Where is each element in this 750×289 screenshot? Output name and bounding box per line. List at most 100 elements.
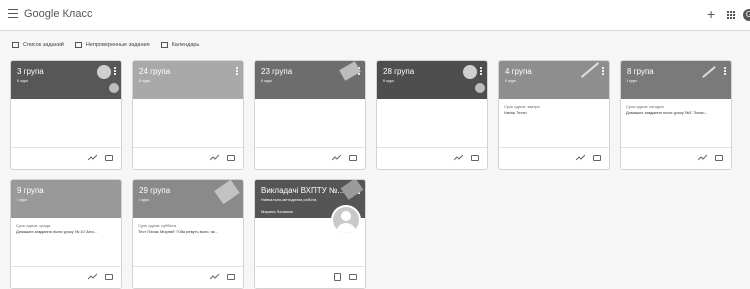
- trending-icon[interactable]: [698, 154, 707, 161]
- unchecked-link[interactable]: Непроверенные задания: [74, 42, 150, 48]
- card-footer: [255, 147, 365, 169]
- account-avatar[interactable]: G: [743, 9, 750, 21]
- apps-grid-icon[interactable]: [727, 11, 735, 19]
- class-section: II курс: [505, 78, 517, 83]
- class-section: I курс: [17, 197, 28, 202]
- folder-icon[interactable]: [105, 155, 113, 161]
- trending-icon[interactable]: [332, 154, 341, 161]
- class-card[interactable]: Викладачі ВХПТУ №... Навчально-методична…: [254, 179, 366, 289]
- add-class-icon[interactable]: +: [707, 6, 715, 22]
- decor-book-icon: [339, 61, 361, 81]
- card-footer: [11, 147, 121, 169]
- trending-icon[interactable]: [88, 273, 97, 280]
- card-footer: [11, 266, 121, 288]
- class-card[interactable]: 29 група I курс Срок сдачи: суббота Тест…: [132, 179, 244, 289]
- folder-icon[interactable]: [105, 274, 113, 280]
- class-card[interactable]: 9 група I курс Срок сдачи: среда Домашнє…: [10, 179, 122, 289]
- class-title[interactable]: 4 група: [505, 67, 532, 76]
- decor-circle-icon: [109, 83, 119, 93]
- folder-icon[interactable]: [227, 274, 235, 280]
- folder-icon[interactable]: [715, 155, 723, 161]
- app-title[interactable]: Google Класс: [24, 8, 92, 20]
- class-section: I курс: [139, 197, 150, 202]
- class-title[interactable]: 8 група: [627, 67, 654, 76]
- card-footer: [499, 147, 609, 169]
- more-options-icon[interactable]: [480, 67, 482, 75]
- class-title[interactable]: 24 група: [139, 67, 170, 76]
- decor-circle-icon: [463, 65, 477, 79]
- trending-icon[interactable]: [210, 273, 219, 280]
- class-section: Навчально-методична робота: [261, 197, 317, 202]
- trending-icon[interactable]: [576, 154, 585, 161]
- class-title[interactable]: 28 група: [383, 67, 414, 76]
- assignment-link[interactable]: Наліж Тести: [504, 110, 604, 115]
- teacher-avatar: [331, 205, 361, 235]
- folder-icon[interactable]: [349, 155, 357, 161]
- trending-icon[interactable]: [88, 154, 97, 161]
- folder-icon[interactable]: [227, 155, 235, 161]
- class-title[interactable]: 29 група: [139, 186, 170, 195]
- class-title[interactable]: 23 група: [261, 67, 292, 76]
- class-banner[interactable]: 3 група II курс: [11, 61, 121, 99]
- calendar-label: Календарь: [171, 42, 200, 48]
- folder-icon[interactable]: [471, 155, 479, 161]
- class-card[interactable]: 8 група I курс Срок сдачи: сегодня Домаш…: [620, 60, 732, 170]
- more-options-icon[interactable]: [602, 67, 604, 75]
- class-title[interactable]: 9 група: [17, 186, 44, 195]
- class-banner[interactable]: 29 група I курс: [133, 180, 243, 218]
- top-app-bar: Google Класс + G: [0, 0, 750, 31]
- folder-icon[interactable]: [349, 274, 357, 280]
- class-title[interactable]: Викладачі ВХПТУ №...: [261, 186, 344, 195]
- class-banner[interactable]: 8 група I курс: [621, 61, 731, 99]
- due-label: Срок сдачи: суббота: [138, 223, 176, 228]
- card-footer: [377, 147, 487, 169]
- more-options-icon[interactable]: [236, 67, 238, 75]
- class-card[interactable]: 24 група II курс: [132, 60, 244, 170]
- class-card[interactable]: 28 група II курс: [376, 60, 488, 170]
- decor-pen-icon: [702, 66, 716, 78]
- unchecked-label: Непроверенные задания: [85, 42, 150, 48]
- class-section: II курс: [139, 78, 151, 83]
- profile-card-icon[interactable]: [334, 273, 341, 281]
- card-footer: [133, 266, 243, 288]
- todo-label: Список заданий: [23, 42, 64, 48]
- class-card[interactable]: 23 група II курс: [254, 60, 366, 170]
- more-options-icon[interactable]: [724, 67, 726, 75]
- due-label: Срок сдачи: среда: [16, 223, 51, 228]
- class-banner[interactable]: 4 група II курс: [499, 61, 609, 99]
- card-footer: [255, 266, 365, 288]
- class-banner[interactable]: 9 група I курс: [11, 180, 121, 218]
- decor-circle-icon: [475, 83, 485, 93]
- due-label: Срок сдачи: сегодня: [626, 104, 664, 109]
- more-options-icon[interactable]: [114, 67, 116, 75]
- trending-icon[interactable]: [210, 154, 219, 161]
- main-menu-icon[interactable]: [8, 9, 18, 18]
- class-card[interactable]: 3 група II курс: [10, 60, 122, 170]
- class-title[interactable]: 3 група: [17, 67, 44, 76]
- teacher-name: Марина Лаланюк: [261, 209, 293, 214]
- class-banner[interactable]: 23 група II курс: [255, 61, 365, 99]
- assignment-link[interactable]: Домашнє завдання після уроку №3 "Загал..…: [626, 110, 726, 115]
- decor-book-icon: [340, 180, 364, 200]
- class-card[interactable]: 4 група II курс Срок сдачи: завтра Наліж…: [498, 60, 610, 170]
- trending-icon[interactable]: [454, 154, 463, 161]
- todo-link[interactable]: Список заданий: [12, 42, 64, 48]
- assignment-link[interactable]: Домашнє завдання після уроку № 10 Заго..…: [16, 229, 116, 234]
- due-label: Срок сдачи: завтра: [504, 104, 540, 109]
- decor-circle-icon: [97, 65, 111, 79]
- class-section: II курс: [383, 78, 395, 83]
- decor-pencil-icon: [580, 62, 600, 78]
- folder-icon[interactable]: [593, 155, 601, 161]
- decor-book-icon: [214, 180, 240, 205]
- class-banner[interactable]: 24 група II курс: [133, 61, 243, 99]
- class-banner[interactable]: 28 група II курс: [377, 61, 487, 99]
- class-section: II курс: [261, 78, 273, 83]
- class-section: II курс: [17, 78, 29, 83]
- checklist-icon: [12, 42, 19, 48]
- assignment-link[interactable]: Тест Панас Мирний "Хіба ревуть воли, як.…: [138, 229, 238, 234]
- card-footer: [621, 147, 731, 169]
- calendar-link[interactable]: Календарь: [160, 42, 200, 48]
- folder-check-icon: [74, 42, 82, 48]
- sub-navigation: Список заданий Непроверенные задания Кал…: [12, 38, 210, 52]
- calendar-icon: [160, 42, 168, 48]
